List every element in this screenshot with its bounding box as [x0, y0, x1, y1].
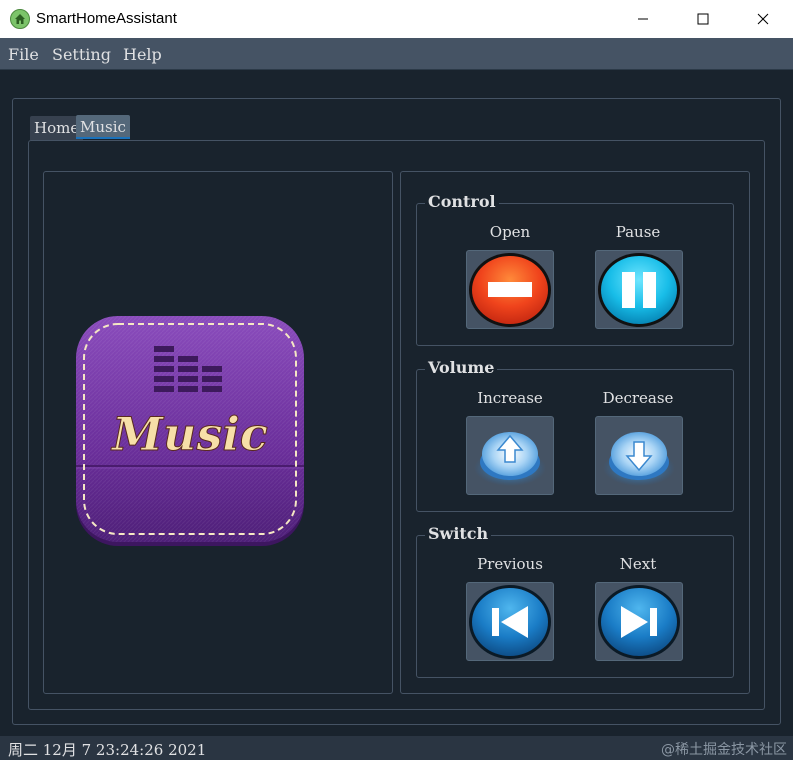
- menu-setting[interactable]: Setting: [52, 45, 111, 64]
- previous-label: Previous: [477, 555, 543, 573]
- decrease-label: Decrease: [602, 389, 674, 407]
- menu-bar: File Setting Help: [0, 38, 793, 70]
- tab-music[interactable]: Music: [76, 115, 130, 139]
- next-label: Next: [619, 555, 657, 573]
- window-title: SmartHomeAssistant: [36, 10, 177, 27]
- skip-next-icon: [598, 584, 680, 659]
- arrow-up-icon: [474, 431, 546, 486]
- previous-button[interactable]: [466, 582, 554, 661]
- artwork-text: Music: [110, 407, 268, 461]
- arrow-down-icon: [603, 431, 675, 486]
- stop-icon: [469, 252, 551, 327]
- next-button[interactable]: [595, 582, 683, 661]
- group-title-volume: Volume: [425, 358, 498, 377]
- pause-label: Pause: [615, 223, 661, 241]
- increase-label: Increase: [477, 389, 543, 407]
- home-icon: [10, 9, 30, 29]
- close-button[interactable]: [740, 0, 786, 38]
- maximize-icon: [697, 13, 709, 25]
- minimize-button[interactable]: [620, 0, 666, 38]
- pause-button[interactable]: [595, 250, 683, 329]
- group-title-switch: Switch: [425, 524, 492, 543]
- menu-help[interactable]: Help: [123, 45, 162, 64]
- increase-button[interactable]: [466, 416, 554, 495]
- pause-icon: [598, 252, 680, 327]
- status-datetime: 周二 12月 7 23:24:26 2021: [8, 741, 207, 759]
- open-label: Open: [489, 223, 531, 241]
- maximize-button[interactable]: [680, 0, 726, 38]
- music-artwork: Music: [74, 316, 306, 548]
- minimize-icon: [638, 18, 648, 20]
- status-bar: 周二 12月 7 23:24:26 2021 @稀土掘金技术社区: [0, 736, 793, 760]
- close-icon: [757, 13, 769, 25]
- watermark: @稀土掘金技术社区: [661, 742, 787, 758]
- title-bar: SmartHomeAssistant: [0, 0, 793, 38]
- skip-previous-icon: [469, 584, 551, 659]
- group-title-control: Control: [425, 192, 499, 211]
- decrease-button[interactable]: [595, 416, 683, 495]
- open-button[interactable]: [466, 250, 554, 329]
- menu-file[interactable]: File: [8, 45, 39, 64]
